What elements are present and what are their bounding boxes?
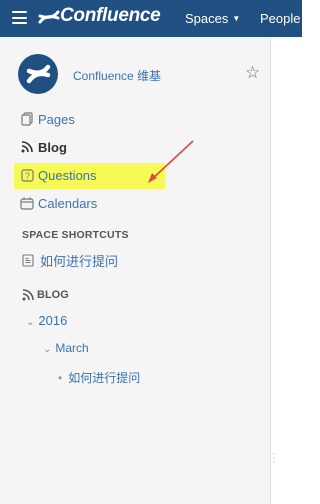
shortcut-label: 如何进行提问: [40, 254, 119, 269]
spaces-menu[interactable]: Spaces ▼: [185, 11, 240, 26]
space-name-link[interactable]: Confluence 维基: [73, 67, 161, 84]
tree-post-label: 如何进行提问: [68, 371, 141, 385]
sidebar-item-label: Calendars: [38, 195, 98, 211]
pages-icon: [20, 112, 34, 126]
bullet-icon: •: [58, 371, 63, 385]
space-shortcuts-heading: SPACE SHORTCUTS: [22, 229, 129, 241]
question-icon: ?: [20, 168, 34, 182]
caret-down-icon: ▼: [232, 14, 241, 23]
menu-icon[interactable]: [12, 11, 27, 24]
sidebar-item-blog[interactable]: Blog: [20, 137, 67, 157]
blog-section-heading: BLOG: [22, 289, 69, 301]
tree-year-label: 2016: [38, 313, 68, 328]
sidebar-item-pages[interactable]: Pages: [20, 109, 75, 129]
sidebar-item-label: Blog: [38, 139, 67, 155]
sidebar-resize-handle[interactable]: · · ·: [272, 449, 276, 468]
spaces-label: Spaces: [185, 11, 229, 26]
rss-icon: [22, 289, 34, 301]
shortcut-link[interactable]: 如何进行提问: [22, 251, 118, 270]
tree-year-node[interactable]: ⌄ 2016: [26, 313, 67, 328]
tree-month-node[interactable]: ⌄ March: [43, 341, 89, 355]
favourite-star-icon[interactable]: ☆: [245, 63, 260, 83]
chevron-down-icon: ⌄: [26, 317, 35, 328]
chevron-down-icon: ⌄: [43, 344, 52, 355]
confluence-logo-icon[interactable]: [38, 6, 60, 28]
tree-month-label: March: [55, 341, 89, 355]
svg-text:?: ?: [24, 171, 29, 181]
rss-icon: [20, 140, 34, 154]
people-menu[interactable]: People: [260, 11, 300, 26]
calendar-icon: [20, 196, 34, 210]
top-navigation-bar: Confluence Spaces ▼ People: [0, 0, 302, 37]
confluence-space-icon: [26, 64, 51, 84]
blog-heading-label: BLOG: [37, 289, 69, 301]
sidebar-item-label: Pages: [38, 111, 75, 127]
tree-post-link[interactable]: • 如何进行提问: [58, 369, 140, 386]
sidebar-item-questions[interactable]: ? Questions: [20, 165, 97, 185]
space-avatar[interactable]: [18, 54, 58, 94]
sidebar-item-label: Questions: [38, 167, 97, 183]
sidebar-item-calendars[interactable]: Calendars: [20, 193, 97, 213]
space-sidebar: Confluence 维基 ☆ Pages Blog ? Questions C…: [0, 37, 271, 504]
page-icon: [22, 254, 34, 267]
app-logo-text[interactable]: Confluence: [60, 5, 161, 27]
